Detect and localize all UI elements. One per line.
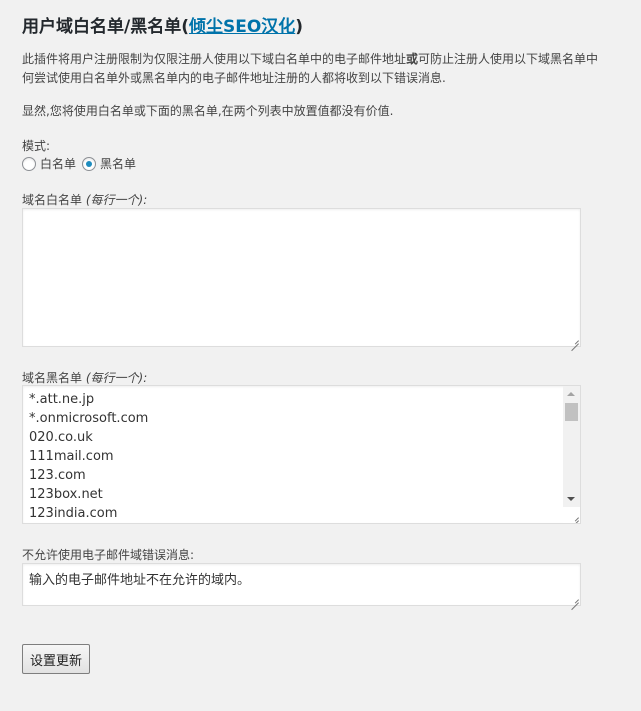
whitelist-textarea[interactable]: [22, 208, 581, 347]
list-item: 123india.com: [29, 506, 118, 521]
radio-blacklist-circle[interactable]: [82, 156, 97, 171]
radio-blacklist-label: 黑名单: [100, 157, 137, 171]
mode-label: 模式:: [22, 139, 51, 153]
error-message-value: 输入的电子邮件地址不在允许的域内。: [29, 573, 251, 588]
radio-whitelist[interactable]: 白名单: [22, 155, 76, 172]
resize-grip-icon[interactable]: [569, 512, 579, 522]
title-link[interactable]: 倾尘SEO汉化: [189, 17, 295, 37]
list-item: 123box.net: [29, 487, 103, 502]
error-message-textarea[interactable]: 输入的电子邮件地址不在允许的域内。: [22, 563, 581, 606]
list-item: *.att.ne.jp: [29, 392, 95, 407]
page-title: 用户域白名单/黑名单(倾尘SEO汉化): [22, 12, 303, 37]
blacklist-label-text: 域名黑名单: [22, 371, 83, 385]
scroll-down-icon[interactable]: [567, 497, 575, 501]
error-message-label: 不允许使用电子邮件域错误消息:: [22, 548, 195, 562]
whitelist-label: 域名白名单 (每行一个):: [22, 191, 147, 208]
plugin-description: 此插件将用户注册限制为仅限注册人使用以下域白名单中的电子邮件地址或可防止注册人使…: [22, 50, 641, 88]
resize-grip-icon[interactable]: [569, 335, 579, 345]
scroll-thumb[interactable]: [565, 403, 578, 421]
description-line-1: 此插件将用户注册限制为仅限注册人使用以下域白名单中的电子邮件地址或可防止注册人使…: [22, 50, 641, 69]
blacklist-list: *.att.ne.jp *.onmicrosoft.com 020.co.uk …: [29, 390, 148, 523]
resize-grip-icon[interactable]: [569, 594, 579, 604]
description-bold-word: 或: [406, 52, 419, 66]
description-text-end: 可防止注册人使用以下域黑名单中: [418, 52, 599, 66]
blacklist-label-hint: (每行一个):: [85, 371, 148, 385]
list-item: 123.com: [29, 468, 86, 483]
description-text: 此插件将用户注册限制为仅限注册人使用以下域白名单中的电子邮件地址: [22, 52, 407, 66]
whitelist-label-text: 域名白名单: [22, 193, 83, 207]
description-line-2: 何尝试使用白名单外或黑名单内的电子邮件地址注册的人都将收到以下错误消息.: [22, 71, 446, 85]
blacklist-textarea[interactable]: *.att.ne.jp *.onmicrosoft.com 020.co.uk …: [22, 385, 581, 524]
page-title-suffix: ): [295, 17, 304, 37]
radio-whitelist-circle[interactable]: [22, 156, 36, 171]
list-item: 020.co.uk: [29, 430, 93, 445]
list-item: *.onmicrosoft.com: [29, 411, 149, 426]
blacklist-label: 域名黑名单 (每行一个):: [22, 369, 147, 386]
mode-radio-group: 白名单 黑名单: [22, 155, 142, 172]
radio-blacklist[interactable]: 黑名单: [82, 155, 136, 172]
page-title-prefix: 用户域白名单/黑名单(: [22, 17, 189, 37]
whitelist-label-hint: (每行一个):: [85, 193, 148, 207]
scroll-up-icon[interactable]: [567, 392, 575, 396]
usage-note: 显然,您将使用白名单或下面的黑名单,在两个列表中放置值都没有价值.: [22, 104, 394, 118]
list-item: 111mail.com: [29, 449, 114, 464]
blacklist-scrollbar[interactable]: [563, 386, 580, 507]
radio-whitelist-label: 白名单: [40, 157, 77, 171]
save-settings-button[interactable]: 设置更新: [22, 644, 91, 674]
